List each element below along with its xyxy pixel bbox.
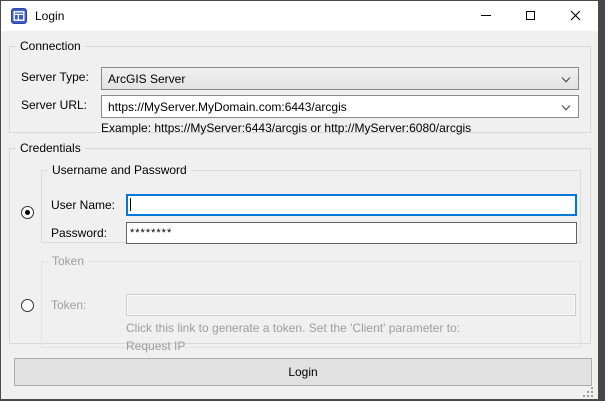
maximize-button[interactable] <box>508 1 553 30</box>
password-label: Password: <box>51 226 107 240</box>
token-help-text: Click this link to generate a token. Set… <box>126 321 460 335</box>
login-dialog: Login Connection Server Type: ArcGIS Ser… <box>0 0 599 400</box>
token-label: Token: <box>51 298 86 312</box>
server-url-label: Server URL: <box>21 98 87 112</box>
close-icon <box>570 10 581 21</box>
token-input[interactable] <box>126 294 576 316</box>
request-ip-link[interactable]: Request IP <box>126 339 185 353</box>
chevron-down-icon <box>561 77 571 83</box>
server-url-value: https://MyServer.MyDomain.com:6443/arcgi… <box>108 100 347 114</box>
chevron-down-icon <box>561 105 571 111</box>
server-type-value: ArcGIS Server <box>108 72 185 86</box>
server-type-combobox[interactable]: ArcGIS Server <box>101 67 579 90</box>
server-type-label: Server Type: <box>21 70 89 84</box>
close-button[interactable] <box>553 1 598 30</box>
credentials-group: Credentials Username and Password User N… <box>9 141 591 344</box>
login-button[interactable]: Login <box>14 358 592 386</box>
resize-grip-icon[interactable] <box>580 384 593 397</box>
token-legend: Token <box>48 254 88 268</box>
app-window-icon <box>11 8 27 24</box>
username-password-radio[interactable] <box>21 206 34 219</box>
token-radio[interactable] <box>21 299 34 312</box>
window-title: Login <box>35 1 64 31</box>
user-name-label: User Name: <box>51 198 115 212</box>
username-password-group: Username and Password User Name: Passwor… <box>41 163 581 243</box>
password-input[interactable] <box>126 222 577 244</box>
credentials-legend: Credentials <box>16 141 85 155</box>
minimize-button[interactable] <box>463 1 508 30</box>
user-name-input[interactable] <box>126 194 577 216</box>
connection-group: Connection Server Type: ArcGIS Server Se… <box>9 39 591 133</box>
titlebar[interactable]: Login <box>1 1 598 31</box>
text-caret <box>130 198 131 211</box>
token-group: Token Token: Click this link to generate… <box>41 254 581 348</box>
minimize-icon <box>481 15 491 16</box>
server-url-combobox[interactable]: https://MyServer.MyDomain.com:6443/arcgi… <box>101 95 579 118</box>
username-password-legend: Username and Password <box>48 163 191 177</box>
maximize-icon <box>526 11 535 20</box>
server-url-example-text: Example: https://MyServer:6443/arcgis or… <box>101 121 471 135</box>
connection-legend: Connection <box>16 39 85 53</box>
